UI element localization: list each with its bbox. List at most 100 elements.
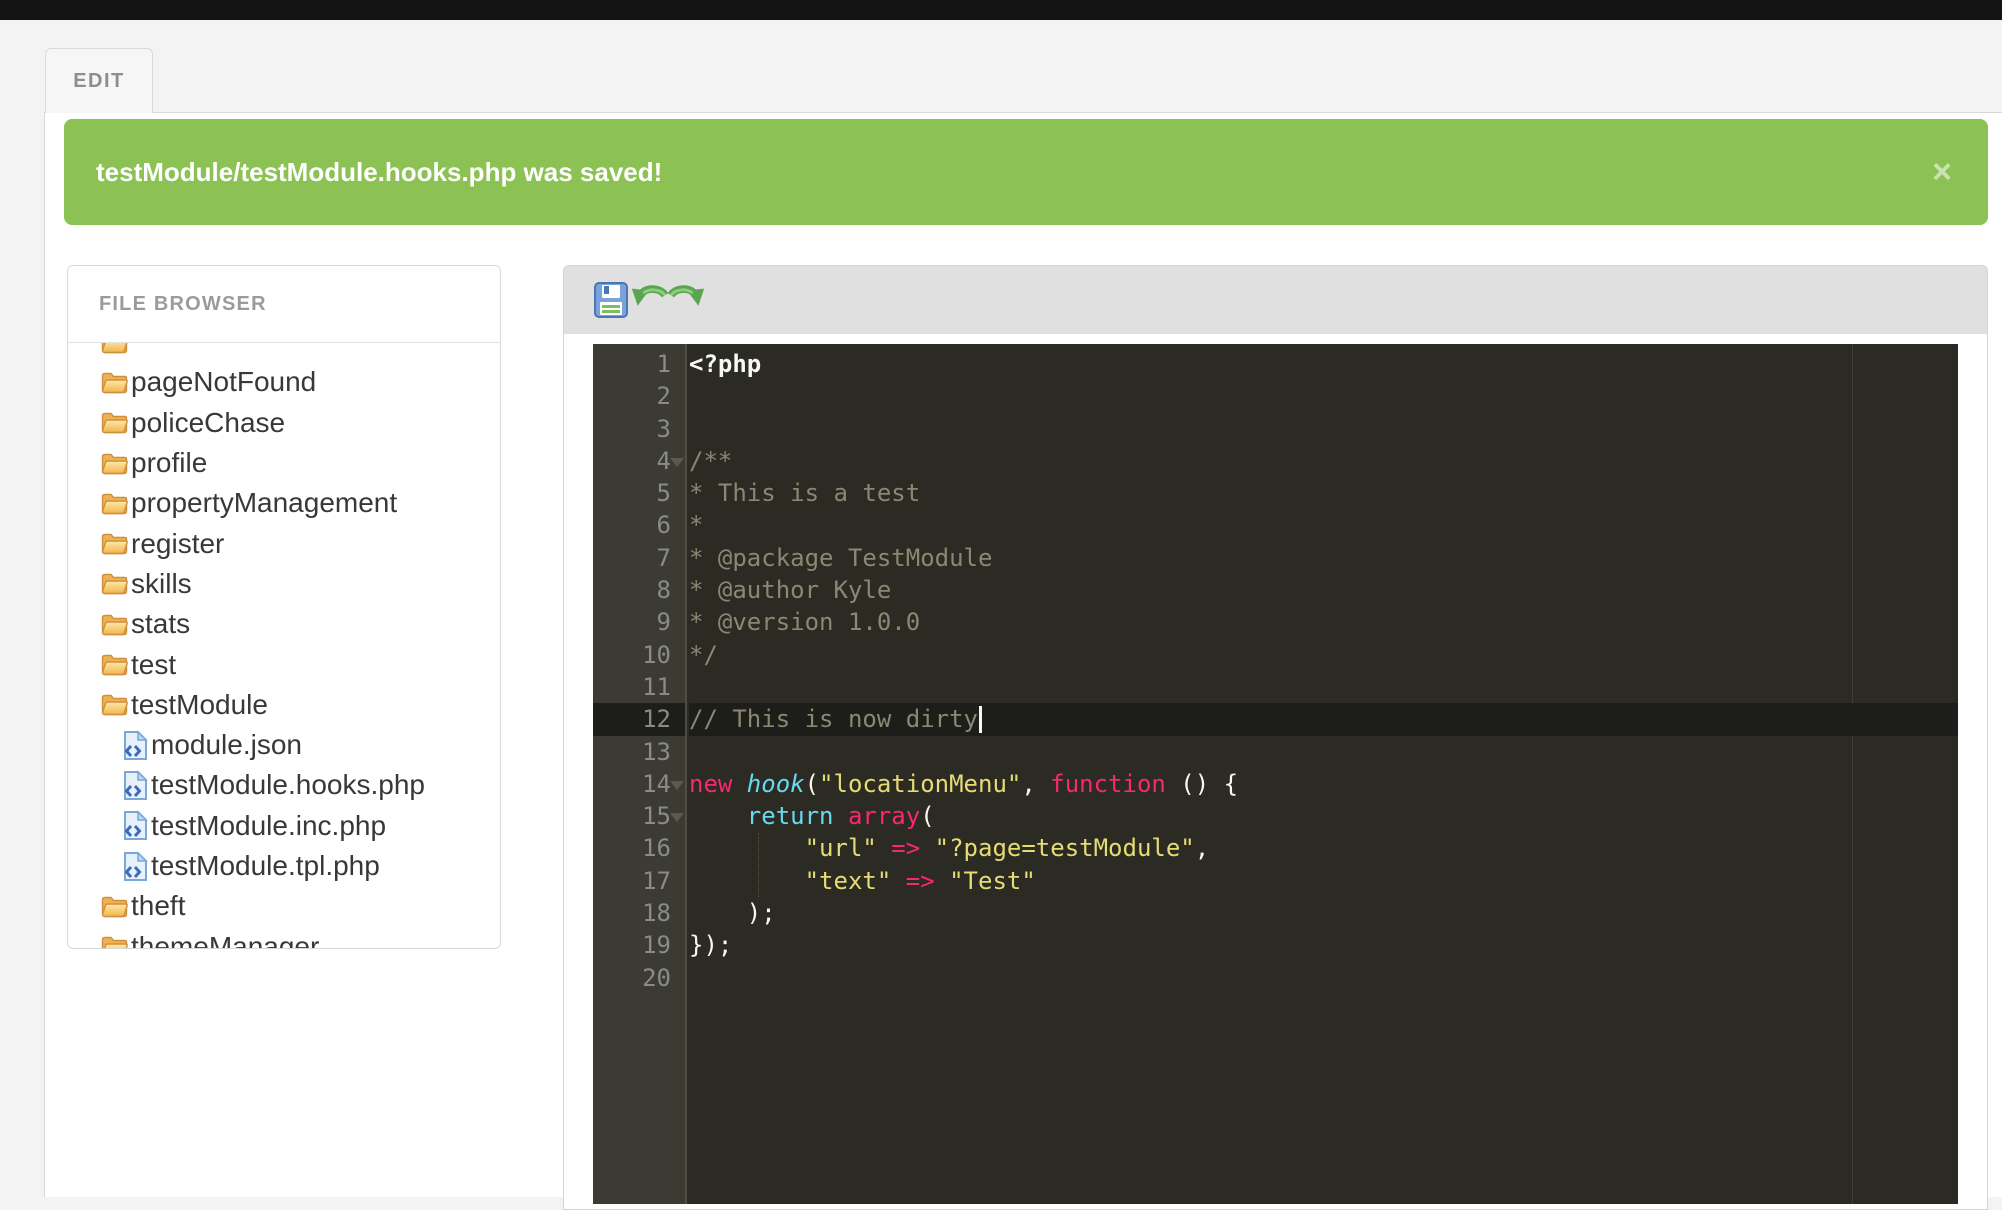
file-browser-panel: FILE BROWSER pageNotFound policeChase prof… bbox=[67, 265, 501, 949]
save-success-alert: testModule/testModule.hooks.php was save… bbox=[64, 119, 1988, 225]
line-number: 20 bbox=[593, 962, 685, 994]
line-number: 8 bbox=[593, 574, 685, 606]
code-line[interactable] bbox=[689, 962, 1958, 994]
tree-folder-item[interactable]: stats bbox=[68, 604, 500, 644]
alert-message: testModule/testModule.hooks.php was save… bbox=[96, 157, 662, 188]
folder-icon bbox=[101, 343, 128, 354]
tree-folder-item[interactable]: pageNotFound bbox=[68, 362, 500, 402]
undo-icon bbox=[630, 282, 668, 318]
line-number: 14 bbox=[593, 768, 685, 800]
tree-file-item[interactable]: testModule.inc.php bbox=[68, 806, 500, 846]
tab-edit-label: EDIT bbox=[73, 70, 125, 93]
tree-folder-item[interactable]: theft bbox=[68, 886, 500, 926]
redo-button[interactable] bbox=[668, 280, 706, 320]
tree-item-label: register bbox=[131, 528, 224, 560]
folder-icon bbox=[101, 532, 128, 555]
tab-edit[interactable]: EDIT bbox=[45, 48, 153, 113]
tree-file-item[interactable]: module.json bbox=[68, 725, 500, 765]
line-number: 9 bbox=[593, 606, 685, 638]
folder-icon bbox=[101, 572, 128, 595]
code-line[interactable]: new hook("locationMenu", function () { bbox=[689, 768, 1958, 800]
code-line[interactable] bbox=[689, 380, 1958, 412]
code-line[interactable]: /** bbox=[689, 445, 1958, 477]
tree-folder-item[interactable]: skills bbox=[68, 564, 500, 604]
line-number: 5 bbox=[593, 477, 685, 509]
folder-icon bbox=[101, 693, 128, 716]
code-file-icon bbox=[123, 851, 148, 882]
fold-toggle-icon[interactable] bbox=[670, 458, 684, 467]
close-icon[interactable]: × bbox=[1932, 155, 1952, 189]
tree-folder-item[interactable]: testModule bbox=[68, 685, 500, 725]
redo-icon bbox=[668, 282, 706, 318]
line-number: 12 bbox=[593, 703, 685, 735]
tree-folder-item[interactable]: register bbox=[68, 523, 500, 563]
tree-item-label: themeManager bbox=[131, 931, 319, 949]
line-number: 10 bbox=[593, 639, 685, 671]
tree-item-label: testModule.hooks.php bbox=[151, 769, 425, 801]
code-line[interactable]: * bbox=[689, 509, 1958, 541]
folder-icon bbox=[101, 492, 128, 515]
line-number: 6 bbox=[593, 509, 685, 541]
tree-item-label: propertyManagement bbox=[131, 487, 397, 519]
text-cursor bbox=[979, 706, 982, 733]
fold-toggle-icon[interactable] bbox=[670, 813, 684, 822]
file-browser-header: FILE BROWSER bbox=[68, 266, 500, 343]
tree-item-label: test bbox=[131, 649, 176, 681]
code-file-icon bbox=[123, 730, 148, 761]
save-button[interactable] bbox=[592, 280, 630, 320]
line-number: 18 bbox=[593, 897, 685, 929]
line-number: 3 bbox=[593, 413, 685, 445]
code-line[interactable]: * @author Kyle bbox=[689, 574, 1958, 606]
tree-item-label: stats bbox=[131, 608, 190, 640]
tree-folder-item[interactable]: propertyManagement bbox=[68, 483, 500, 523]
page: { "page": { "background": "#f3f3f3", "to… bbox=[0, 0, 2002, 1196]
code-line[interactable]: * @package TestModule bbox=[689, 542, 1958, 574]
code-line[interactable]: <?php bbox=[689, 348, 1958, 380]
line-number: 1 bbox=[593, 348, 685, 380]
tree-folder-item[interactable]: policeChase bbox=[68, 403, 500, 443]
code-line[interactable]: }); bbox=[689, 929, 1958, 961]
tree-folder-item[interactable]: profile bbox=[68, 443, 500, 483]
line-number: 13 bbox=[593, 736, 685, 768]
code-file-icon bbox=[123, 810, 148, 841]
code-line[interactable]: "text" => "Test" bbox=[689, 865, 1958, 897]
tree-item-label: policeChase bbox=[131, 407, 285, 439]
line-number: 17 bbox=[593, 865, 685, 897]
tree-file-item[interactable]: testModule.tpl.php bbox=[68, 846, 500, 886]
code-line[interactable]: */ bbox=[689, 639, 1958, 671]
code-line[interactable] bbox=[689, 671, 1958, 703]
folder-icon bbox=[101, 411, 128, 434]
tree-folder-item[interactable]: themeManager bbox=[68, 926, 500, 949]
code-line[interactable]: ); bbox=[689, 897, 1958, 929]
tree-item-label: testModule.inc.php bbox=[151, 810, 386, 842]
file-browser-title: FILE BROWSER bbox=[99, 293, 267, 316]
folder-icon bbox=[101, 371, 128, 394]
code-file-icon bbox=[123, 770, 148, 801]
code-line[interactable] bbox=[689, 736, 1958, 768]
line-number: 11 bbox=[593, 671, 685, 703]
tree-folder-item[interactable]: test bbox=[68, 644, 500, 684]
file-tree[interactable]: pageNotFound policeChase profile propertyMa… bbox=[68, 343, 500, 949]
fold-toggle-icon[interactable] bbox=[670, 781, 684, 790]
folder-icon bbox=[101, 895, 128, 918]
line-number: 4 bbox=[593, 445, 685, 477]
code-editor[interactable]: 1234567891011121314151617181920 <?php/**… bbox=[593, 344, 1958, 1204]
tree-item-label: module.json bbox=[151, 729, 302, 761]
code-line[interactable] bbox=[689, 413, 1958, 445]
undo-button[interactable] bbox=[630, 280, 668, 320]
editor-gutter: 1234567891011121314151617181920 bbox=[593, 344, 687, 1204]
tree-folder-item[interactable] bbox=[68, 343, 500, 362]
code-line[interactable]: "url" => "?page=testModule", bbox=[689, 832, 1958, 864]
folder-icon bbox=[101, 653, 128, 676]
editor-toolbar bbox=[564, 266, 1987, 334]
indent-guide bbox=[758, 833, 759, 898]
line-number: 2 bbox=[593, 380, 685, 412]
code-line[interactable]: * @version 1.0.0 bbox=[689, 606, 1958, 638]
tree-item-label: testModule bbox=[131, 689, 268, 721]
tree-file-item[interactable]: testModule.hooks.php bbox=[68, 765, 500, 805]
code-line[interactable]: return array( bbox=[689, 800, 1958, 832]
save-icon bbox=[594, 282, 628, 318]
line-number: 15 bbox=[593, 800, 685, 832]
code-line[interactable]: * This is a test bbox=[689, 477, 1958, 509]
code-line[interactable]: // This is now dirty bbox=[689, 703, 1958, 735]
